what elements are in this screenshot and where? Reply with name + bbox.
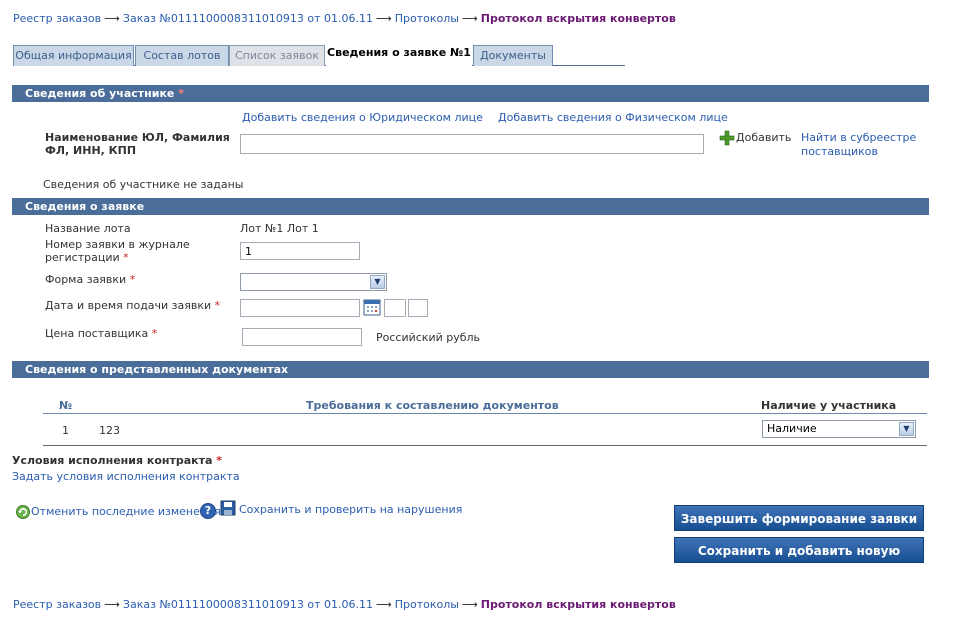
breadcrumb-orders-link[interactable]: Реестр заказов xyxy=(13,12,101,25)
breadcrumb-orders-link[interactable]: Реестр заказов xyxy=(13,598,101,611)
application-section-title: Сведения о заявке xyxy=(25,200,145,213)
application-number-input[interactable] xyxy=(240,242,360,260)
breadcrumb-protocols-link[interactable]: Протоколы xyxy=(395,12,459,25)
presence-select[interactable]: Наличие ▼ xyxy=(762,420,916,438)
participant-name-input[interactable] xyxy=(240,134,704,154)
participant-section-title: Сведения об участнике xyxy=(25,87,175,100)
breadcrumb-current: Протокол вскрытия конвертов xyxy=(480,598,676,611)
row-number: 1 xyxy=(62,424,69,437)
breadcrumb-separator: ⟶ xyxy=(461,598,478,611)
undo-icon[interactable] xyxy=(15,504,31,520)
calendar-button[interactable] xyxy=(363,298,381,316)
submission-hour-input[interactable] xyxy=(384,299,406,317)
breadcrumb-current: Протокол вскрытия конвертов xyxy=(480,12,676,25)
tab-documents[interactable]: Документы xyxy=(473,45,553,66)
find-supplier-link[interactable]: Найти в субреестре поставщиков xyxy=(801,131,921,159)
lot-name-label: Название лота xyxy=(45,222,131,235)
required-mark: * xyxy=(178,87,184,100)
save-icon[interactable] xyxy=(220,500,236,516)
row-requirement: 123 xyxy=(99,424,120,437)
chevron-down-icon: ▼ xyxy=(370,275,385,289)
add-legal-entity-link[interactable]: Добавить сведения о Юридическом лице xyxy=(242,111,483,124)
submission-date-input[interactable] xyxy=(240,299,360,317)
participant-name-label: Наименование ЮЛ, Фамилия ФЛ, ИНН, КПП xyxy=(45,131,230,157)
add-individual-link[interactable]: Добавить сведения о Физическом лице xyxy=(498,111,728,124)
breadcrumb-separator: ⟶ xyxy=(375,598,392,611)
finish-application-button[interactable]: Завершить формирование заявки xyxy=(674,505,924,531)
save-and-check-link[interactable]: Сохранить и проверить на нарушения xyxy=(239,503,462,516)
column-header-requirements: Требования к составлению документов xyxy=(306,399,559,412)
breadcrumb-order-link[interactable]: Заказ №0111100008311010913 от 01.06.11 xyxy=(123,598,373,611)
help-icon[interactable]: ? xyxy=(200,503,216,519)
lot-name-value: Лот №1 Лот 1 xyxy=(240,222,319,235)
tab-bar: Общая информация Состав лотов Список зая… xyxy=(13,43,625,67)
currency-label: Российский рубль xyxy=(376,331,481,344)
breadcrumb-protocols-link[interactable]: Протоколы xyxy=(395,598,459,611)
set-contract-conditions-link[interactable]: Задать условия исполнения контракта xyxy=(12,470,240,483)
documents-section-title: Сведения о представленных документах xyxy=(25,363,289,376)
documents-section-header: Сведения о представленных документах xyxy=(12,361,929,378)
documents-table-header: № Требования к составлению документов На… xyxy=(43,397,927,414)
submission-datetime-label: Дата и время подачи заявки * xyxy=(45,299,221,312)
supplier-price-label: Цена поставщика * xyxy=(45,327,158,340)
participant-empty-text: Сведения об участнике не заданы xyxy=(43,178,244,191)
chevron-down-icon: ▼ xyxy=(899,422,914,436)
breadcrumb-separator: ⟶ xyxy=(104,598,120,611)
tab-lots[interactable]: Состав лотов xyxy=(135,45,229,66)
calendar-icon xyxy=(363,299,381,316)
application-number-label: Номер заявки в журнале регистрации * xyxy=(45,238,190,264)
add-participant-button-icon[interactable] xyxy=(719,130,735,146)
application-form-select[interactable]: ▼ xyxy=(240,273,387,291)
undo-changes-link[interactable]: Отменить последние изменения xyxy=(31,505,221,518)
plus-icon xyxy=(719,130,735,146)
breadcrumb-separator: ⟶ xyxy=(104,12,120,25)
participant-section-header: Сведения об участнике * xyxy=(12,85,929,102)
breadcrumb-bottom: Реестр заказов ⟶ Заказ №011110000831101091… xyxy=(13,598,676,611)
tab-application-details[interactable]: Сведения о заявке №1 xyxy=(326,43,472,67)
breadcrumb-separator: ⟶ xyxy=(375,12,392,25)
breadcrumb-order-link[interactable]: Заказ №0111100008311010913 от 01.06.11 xyxy=(123,12,373,25)
add-participant-button[interactable]: Добавить xyxy=(736,131,791,144)
column-header-presence: Наличие у участника xyxy=(761,399,897,412)
breadcrumb-separator: ⟶ xyxy=(461,12,478,25)
save-and-add-new-button[interactable]: Сохранить и добавить новую xyxy=(674,537,924,563)
table-row: 1 123 Наличие ▼ xyxy=(43,415,927,446)
column-header-number: № xyxy=(59,399,73,412)
breadcrumb-top: Реестр заказов ⟶ Заказ №011110000831101091… xyxy=(13,12,676,25)
tab-general-info[interactable]: Общая информация xyxy=(13,45,134,66)
tab-applications-list[interactable]: Список заявок xyxy=(229,45,325,66)
submission-minute-input[interactable] xyxy=(408,299,428,317)
supplier-price-input[interactable] xyxy=(242,328,362,346)
application-form-label: Форма заявки * xyxy=(45,273,136,286)
application-section-header: Сведения о заявке xyxy=(12,198,929,215)
contract-conditions-label: Условия исполнения контракта * xyxy=(12,454,223,467)
